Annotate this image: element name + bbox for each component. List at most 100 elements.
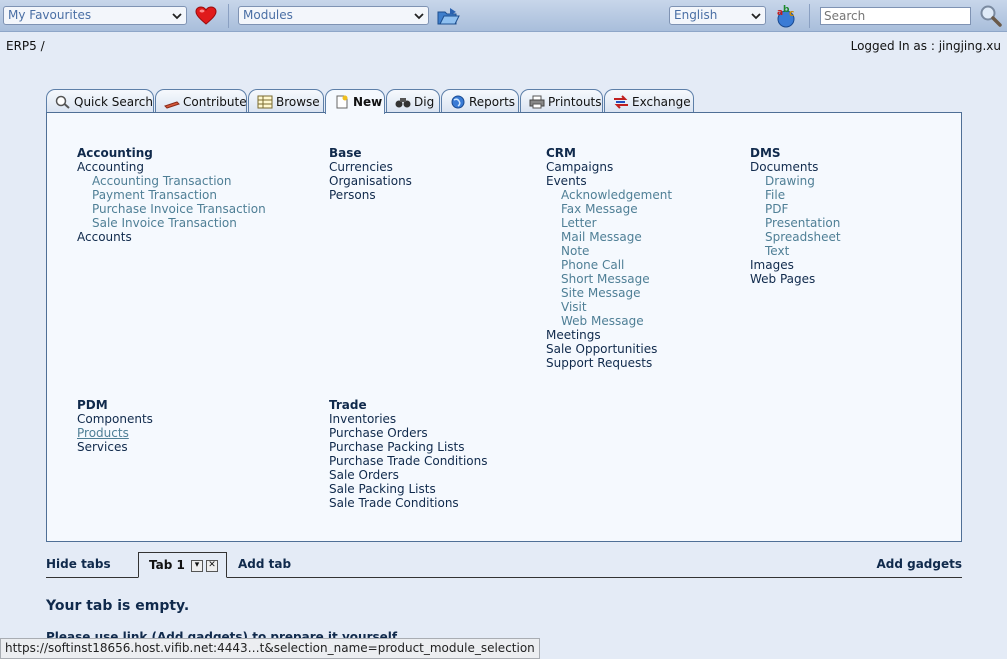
chevron-down-icon [751,13,761,20]
module-link[interactable]: Images [750,258,841,272]
module-link[interactable]: Support Requests [546,356,672,370]
gadget-tab-1[interactable]: Tab 1 ▾ ✕ [138,552,227,578]
module-link[interactable]: Sale Orders [329,468,488,482]
tab-label: Reports [469,95,516,109]
search-icon[interactable] [979,4,1003,28]
sub-module-link[interactable]: Letter [546,216,672,230]
module-heading: DMS [750,146,781,160]
module-group-crm: CRM Campaigns Events Acknowledgement Fax… [546,146,672,370]
globe-icon [451,95,465,109]
module-group-dms: DMS Documents Drawing File PDF Presentat… [750,146,841,286]
sub-module-link[interactable]: Purchase Invoice Transaction [77,202,266,216]
module-group-base: Base Currencies Organisations Persons [329,146,412,202]
module-heading: CRM [546,146,576,160]
sub-module-link[interactable]: Payment Transaction [77,188,266,202]
module-heading: PDM [77,398,108,412]
module-group-accounting: Accounting Accounting Accounting Transac… [77,146,266,244]
module-link[interactable]: Components [77,412,153,426]
hide-tabs-link[interactable]: Hide tabs [46,557,111,571]
add-gadgets-link[interactable]: Add gadgets [876,557,962,571]
binoculars-icon [395,98,411,108]
sub-module-link[interactable]: Presentation [750,216,841,230]
tab-quick-search[interactable]: Quick Search [46,89,154,113]
toolbar-divider [228,4,229,28]
sub-module-link[interactable]: Phone Call [546,258,672,272]
logged-in-user: Logged In as : jingjing.xu [850,39,1001,53]
module-link[interactable]: Purchase Packing Lists [329,440,488,454]
module-link[interactable]: Events [546,174,672,188]
new-document-icon [336,95,348,109]
module-link[interactable]: Meetings [546,328,672,342]
favourites-select-value: My Favourites [8,8,92,22]
tab-exchange[interactable]: Exchange [604,89,694,113]
module-link[interactable]: Currencies [329,160,412,174]
sub-module-link[interactable]: Sale Invoice Transaction [77,216,266,230]
tab-printouts[interactable]: Printouts [520,89,603,113]
gadget-tab-bar: Hide tabs Tab 1 ▾ ✕ Add tab Add gadgets [46,552,962,578]
tab-label: Contribute [183,95,247,109]
tab-reports[interactable]: Reports [441,89,519,113]
language-abc-icon[interactable]: a b c [773,3,799,29]
sub-module-link[interactable]: Drawing [750,174,841,188]
tab-menu-icon[interactable]: ▾ [191,560,203,572]
module-link[interactable]: Persons [329,188,412,202]
module-group-trade: Trade Inventories Purchase Orders Purcha… [329,398,488,510]
module-link[interactable]: Purchase Orders [329,426,488,440]
tab-contribute[interactable]: Contribute [155,89,247,113]
module-link[interactable]: Sale Packing Lists [329,482,488,496]
module-group-pdm: PDM Components Products Services [77,398,153,454]
module-heading: Trade [329,398,367,412]
sub-module-link[interactable]: Mail Message [546,230,672,244]
tab-label: Quick Search [74,95,153,109]
sub-module-link[interactable]: Site Message [546,286,672,300]
module-link[interactable]: Organisations [329,174,412,188]
tab-new[interactable]: New [325,89,385,114]
gadget-tab-label: Tab 1 [149,558,185,572]
sub-module-link[interactable]: Fax Message [546,202,672,216]
sub-module-link[interactable]: Web Message [546,314,672,328]
modules-select-value: Modules [243,8,293,22]
new-tab-panel: Accounting Accounting Accounting Transac… [46,112,962,542]
tab-dig[interactable]: Dig [386,89,440,113]
module-link[interactable]: Documents [750,160,841,174]
module-link[interactable]: Accounts [77,230,266,244]
exchange-icon [614,95,628,109]
open-folder-icon[interactable] [436,6,460,26]
svg-text:c: c [789,9,794,19]
close-icon[interactable]: ✕ [206,560,218,572]
printer-icon [529,95,545,109]
sub-module-link[interactable]: Accounting Transaction [77,174,266,188]
favourites-select[interactable]: My Favourites [3,6,187,25]
search-input[interactable] [820,7,971,25]
tab-browse[interactable]: Browse [248,89,324,113]
module-heading: Base [329,146,362,160]
module-link-hovered[interactable]: Products [77,426,153,440]
sub-module-link[interactable]: Spreadsheet [750,230,841,244]
module-link[interactable]: Sale Opportunities [546,342,672,356]
module-link[interactable]: Inventories [329,412,488,426]
heart-icon[interactable] [195,6,217,26]
tab-label: Browse [276,95,320,109]
module-link[interactable]: Accounting [77,160,266,174]
sub-module-link[interactable]: PDF [750,202,841,216]
sub-module-link[interactable]: Note [546,244,672,258]
tab-label: Printouts [548,95,602,109]
module-heading: Accounting [77,146,153,160]
module-link[interactable]: Purchase Trade Conditions [329,454,488,468]
modules-select[interactable]: Modules [238,6,429,25]
module-link[interactable]: Sale Trade Conditions [329,496,488,510]
sub-module-link[interactable]: Text [750,244,841,258]
sub-module-link[interactable]: Short Message [546,272,672,286]
magnifier-icon [55,95,70,109]
sub-module-link[interactable]: File [750,188,841,202]
breadcrumb[interactable]: ERP5 / [6,39,45,53]
sub-module-link[interactable]: Acknowledgement [546,188,672,202]
module-link[interactable]: Services [77,440,153,454]
tab-label: New [353,95,383,109]
module-link[interactable]: Campaigns [546,160,672,174]
language-select[interactable]: English [669,6,766,25]
add-tab-link[interactable]: Add tab [238,557,291,571]
module-link[interactable]: Web Pages [750,272,841,286]
sub-module-link[interactable]: Visit [546,300,672,314]
table-icon [257,95,273,109]
